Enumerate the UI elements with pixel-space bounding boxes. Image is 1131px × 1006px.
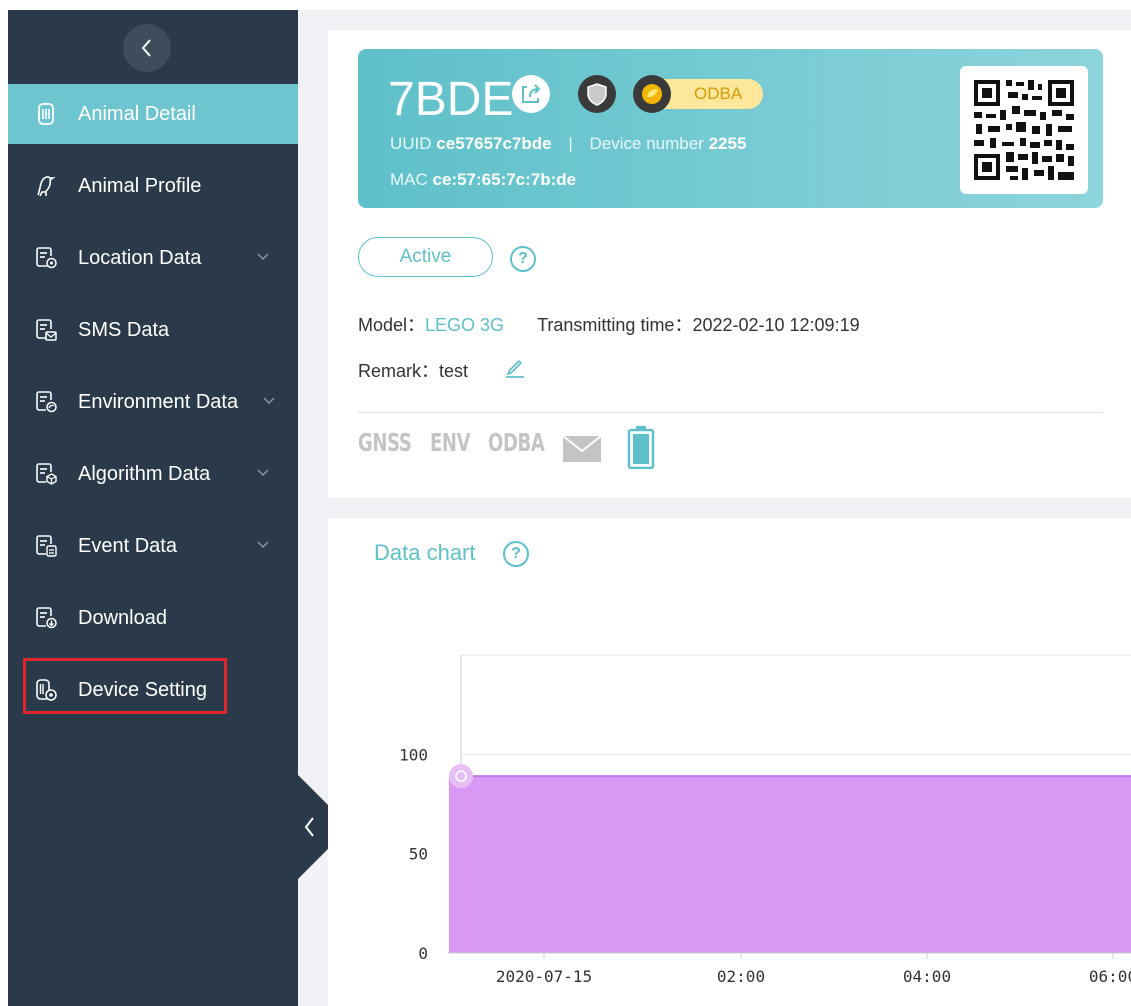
data-chart[interactable]: 0 50 100 2020-07-15 02:00 04:00 06:00	[0, 0, 1131, 1006]
app-root: Animal Detail Animal Profile Location Da…	[0, 0, 1131, 1006]
x-tick-label: 02:00	[717, 967, 765, 986]
chart-point	[455, 770, 467, 782]
x-tick-label: 2020-07-15	[496, 967, 592, 986]
y-tick-label: 50	[409, 845, 428, 864]
x-tick-label: 06:00	[1089, 967, 1131, 986]
y-tick-label: 100	[399, 745, 428, 764]
y-tick-label: 0	[418, 944, 428, 963]
chart-area	[449, 776, 1131, 953]
x-tick-label: 04:00	[903, 967, 951, 986]
